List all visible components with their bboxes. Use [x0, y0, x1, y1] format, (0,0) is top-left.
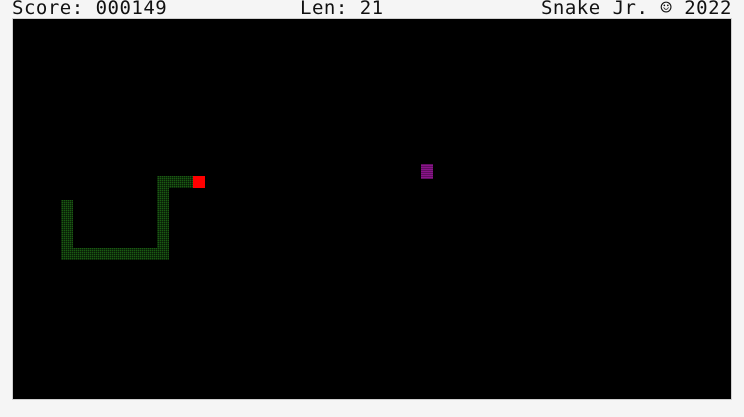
snake-head	[193, 176, 205, 188]
snake-body-segment	[85, 248, 97, 260]
snake-body-segment	[169, 176, 181, 188]
game-title: Snake Jr. ☺ 2022	[540, 0, 732, 19]
snake-body-segment	[61, 212, 73, 224]
snake-body-segment	[61, 248, 73, 260]
score-display: Score: 000149	[12, 0, 168, 19]
snake-body-segment	[145, 248, 157, 260]
snake-body-segment	[157, 236, 169, 248]
snake-body-segment	[97, 248, 109, 260]
snake-body-segment	[157, 224, 169, 236]
snake-body-segment	[157, 200, 169, 212]
snake-body-segment	[133, 248, 145, 260]
snake-body-segment	[181, 176, 193, 188]
length-display: Len: 21	[300, 0, 384, 19]
snake-body-segment	[157, 188, 169, 200]
snake-body-segment	[61, 224, 73, 236]
game-screen: Score: 000149 Len: 21 Snake Jr. ☺ 2022	[0, 0, 744, 417]
snake-body-segment	[157, 248, 169, 260]
snake-body-segment	[157, 212, 169, 224]
snake-body-segment	[73, 248, 85, 260]
snake-body-segment	[157, 176, 169, 188]
playfield[interactable]	[12, 18, 732, 400]
snake-body-segment	[121, 248, 133, 260]
food-pellet	[421, 164, 433, 179]
snake-body-segment	[61, 236, 73, 248]
snake-body-segment	[109, 248, 121, 260]
snake-body-segment	[61, 200, 73, 212]
